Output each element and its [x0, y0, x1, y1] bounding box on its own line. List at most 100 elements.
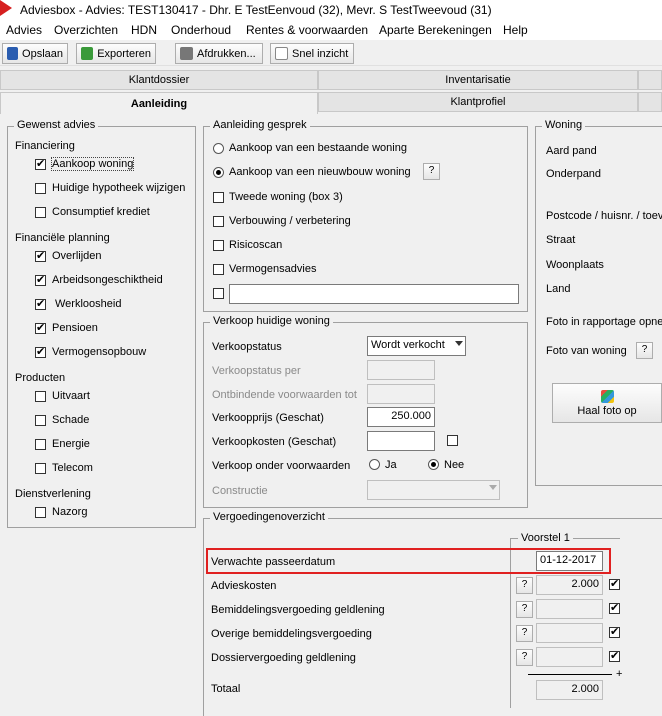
- checkbox-pensioen[interactable]: [35, 321, 46, 335]
- voorstel-header: Voorstel 1: [518, 532, 573, 544]
- checkbox-overige[interactable]: [609, 625, 620, 639]
- checkbox-tweede-woning[interactable]: [213, 192, 224, 203]
- checkbox-bemiddelingsvergoeding[interactable]: [609, 601, 620, 615]
- title-bar: Adviesbox - Advies: TEST130417 - Dhr. E …: [0, 0, 662, 20]
- bemiddelingsvergoeding-field[interactable]: [536, 599, 603, 619]
- aanleiding-gesprek-legend: Aanleiding gesprek: [210, 119, 310, 131]
- tab-aanleiding[interactable]: Aanleiding: [0, 92, 318, 114]
- overige-bemiddelingsvergoeding-field[interactable]: [536, 623, 603, 643]
- vergoedingen-legend: Vergoedingenoverzicht: [210, 511, 328, 523]
- label-straat: Straat: [546, 234, 576, 246]
- advieskosten-field[interactable]: 2.000: [536, 575, 603, 595]
- label-ja: Ja: [385, 459, 397, 471]
- checkbox-anders[interactable]: [213, 288, 224, 299]
- constructie-select: [367, 480, 500, 500]
- dossiervergoeding-field[interactable]: [536, 647, 603, 667]
- label-land: Land: [546, 283, 571, 295]
- label-nieuwbouw-woning: Aankoop van een nieuwbouw woning: [229, 166, 411, 178]
- menu-onderhoud[interactable]: Onderhoud: [171, 23, 231, 37]
- help-overige-button[interactable]: ?: [516, 625, 533, 642]
- label-nazorg: Nazorg: [52, 506, 88, 518]
- menu-help[interactable]: Help: [503, 23, 528, 37]
- print-button[interactable]: Afdrukken...: [175, 43, 263, 64]
- ontbindende-voorwaarden-field: [367, 384, 435, 404]
- label-tweede-woning: Tweede woning (box 3): [229, 191, 343, 203]
- woning-group: Woning: [535, 119, 662, 486]
- label-verbouwing: Verbouwing / verbetering: [229, 215, 351, 227]
- tab-overflow-2[interactable]: [638, 92, 662, 112]
- label-werkloosheid: Werkloosheid: [55, 298, 122, 310]
- radio-nieuwbouw-woning[interactable]: [213, 167, 224, 178]
- verkoopstatus-select[interactable]: Wordt verkocht: [367, 336, 466, 356]
- label-advieskosten: Advieskosten: [211, 580, 277, 592]
- checkbox-energie[interactable]: [35, 439, 46, 450]
- section-financiele-planning: Financiële planning: [15, 232, 110, 244]
- menu-aparte-berekeningen[interactable]: Aparte Berekeningen: [379, 23, 492, 37]
- label-uitvaart: Uitvaart: [52, 390, 90, 402]
- window-title: Adviesbox - Advies: TEST130417 - Dhr. E …: [20, 3, 492, 17]
- label-overlijden: Overlijden: [52, 250, 102, 262]
- sum-plus: +: [616, 668, 623, 680]
- label-constructie: Constructie: [212, 485, 268, 497]
- checkbox-vermogensadvies[interactable]: [213, 264, 224, 275]
- menu-advies[interactable]: Advies: [6, 23, 42, 37]
- tab-overflow[interactable]: [638, 70, 662, 90]
- radio-bestaande-woning[interactable]: [213, 143, 224, 154]
- floppy-disk-icon: [7, 47, 19, 60]
- export-button[interactable]: Exporteren: [76, 43, 156, 64]
- checkbox-huidige-hypotheek[interactable]: [35, 183, 46, 194]
- label-telecom: Telecom: [52, 462, 93, 474]
- help-foto-button[interactable]: ?: [636, 342, 653, 359]
- label-verkoopstatus: Verkoopstatus: [212, 341, 282, 353]
- checkbox-advieskosten[interactable]: [609, 577, 620, 591]
- checkbox-verkoopkosten[interactable]: [447, 435, 458, 446]
- menu-hdn[interactable]: HDN: [131, 23, 157, 37]
- save-button[interactable]: Opslaan: [2, 43, 68, 64]
- radio-nee[interactable]: [428, 459, 439, 470]
- checkbox-werkloosheid[interactable]: [35, 297, 46, 311]
- label-totaal: Totaal: [211, 683, 241, 695]
- help-advieskosten-button[interactable]: ?: [516, 577, 533, 594]
- checkbox-arbeidsongeschiktheid[interactable]: [35, 273, 46, 287]
- verkoopkosten-field[interactable]: [367, 431, 435, 451]
- label-vermogensopbouw: Vermogensopbouw: [52, 346, 147, 358]
- menu-rentes[interactable]: Rentes & voorwaarden: [246, 23, 368, 37]
- menu-overzichten[interactable]: Overzichten: [54, 23, 118, 37]
- verkoopstatus-per-field: [367, 360, 435, 380]
- label-ontbindende-voorwaarden: Ontbindende voorwaarden tot: [212, 389, 357, 401]
- checkbox-overlijden[interactable]: [35, 249, 46, 263]
- radio-ja[interactable]: [369, 459, 380, 470]
- label-woonplaats: Woonplaats: [546, 259, 604, 271]
- checkbox-dossiervergoeding[interactable]: [609, 649, 620, 663]
- tab-inventarisatie[interactable]: Inventarisatie: [318, 70, 638, 90]
- help-nieuwbouw-button[interactable]: ?: [423, 163, 440, 180]
- checkbox-verbouwing[interactable]: [213, 216, 224, 227]
- tab-klantprofiel[interactable]: Klantprofiel: [318, 92, 638, 112]
- toolbar: Opslaan Exporteren Afdrukken... Snel inz…: [0, 40, 662, 66]
- label-foto-woning: Foto van woning: [546, 345, 627, 357]
- tab-klantdossier[interactable]: Klantdossier: [0, 70, 318, 90]
- verkoopprijs-field[interactable]: 250.000: [367, 407, 435, 427]
- checkbox-uitvaart[interactable]: [35, 391, 46, 402]
- checkbox-vermogensopbouw[interactable]: [35, 345, 46, 359]
- help-bemiddelingsvergoeding-button[interactable]: ?: [516, 601, 533, 618]
- checkbox-schade[interactable]: [35, 415, 46, 426]
- checkbox-telecom[interactable]: [35, 463, 46, 474]
- gewenst-advies-legend: Gewenst advies: [14, 119, 99, 131]
- checkbox-nazorg[interactable]: [35, 507, 46, 518]
- section-financiering: Financiering: [15, 140, 75, 152]
- label-arbeidsongeschiktheid: Arbeidsongeschiktheid: [52, 274, 163, 286]
- checkbox-aankoop-woning[interactable]: [35, 157, 46, 171]
- quick-insight-button[interactable]: Snel inzicht: [270, 43, 354, 64]
- chevron-down-icon: [455, 341, 463, 346]
- checkbox-consumptief-krediet[interactable]: [35, 207, 46, 218]
- label-foto-rapportage: Foto in rapportage opne: [546, 316, 662, 328]
- totaal-field: 2.000: [536, 680, 603, 700]
- label-verkoopprijs: Verkoopprijs (Geschat): [212, 412, 324, 424]
- anders-text-field[interactable]: [229, 284, 519, 304]
- help-dossiervergoeding-button[interactable]: ?: [516, 649, 533, 666]
- label-dossiervergoeding: Dossiervergoeding geldlening: [211, 652, 356, 664]
- checkbox-risicoscan[interactable]: [213, 240, 224, 251]
- haal-foto-op-button[interactable]: Haal foto op: [552, 383, 662, 423]
- label-aankoop-woning: Aankoop woning: [50, 157, 135, 171]
